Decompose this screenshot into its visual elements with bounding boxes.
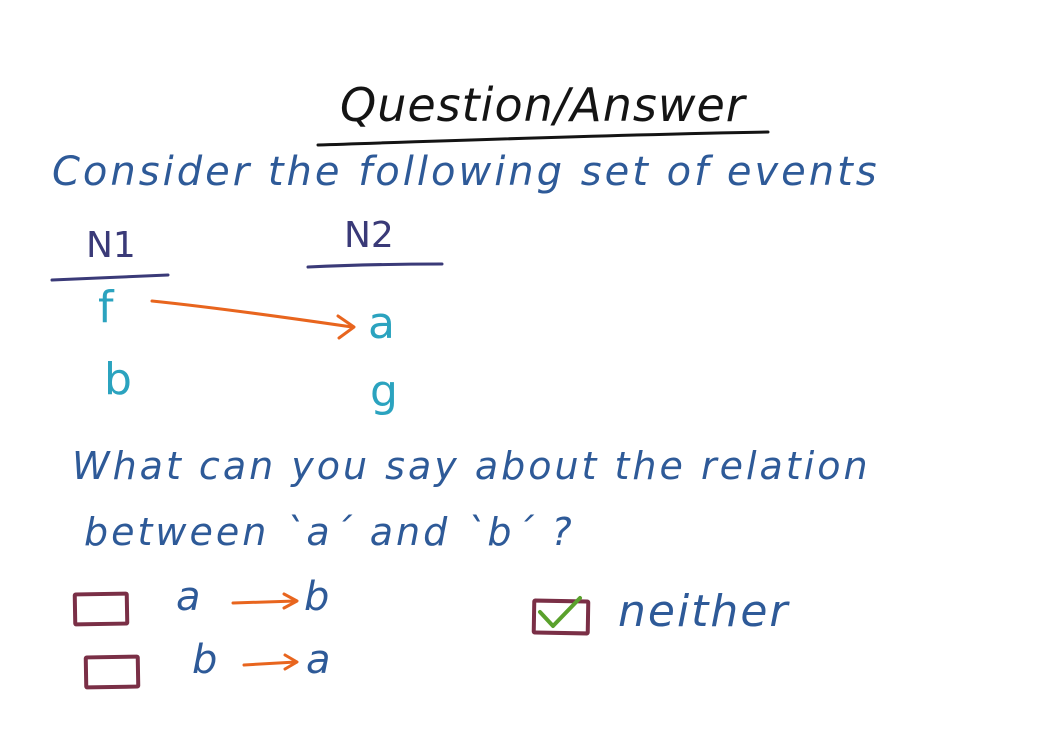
ink-strokes — [50, 130, 770, 671]
node-n2-underline — [306, 262, 444, 269]
checkmark-icon — [538, 596, 582, 628]
message-arrow-f-to-a — [150, 299, 354, 329]
option-b-to-a-arrow — [242, 660, 298, 667]
option-a-to-b-arrow — [231, 599, 298, 605]
whiteboard-slide: Question/Answer Consider the following s… — [0, 0, 1043, 755]
node-n1-underline — [50, 273, 170, 282]
title-underline — [316, 130, 770, 147]
